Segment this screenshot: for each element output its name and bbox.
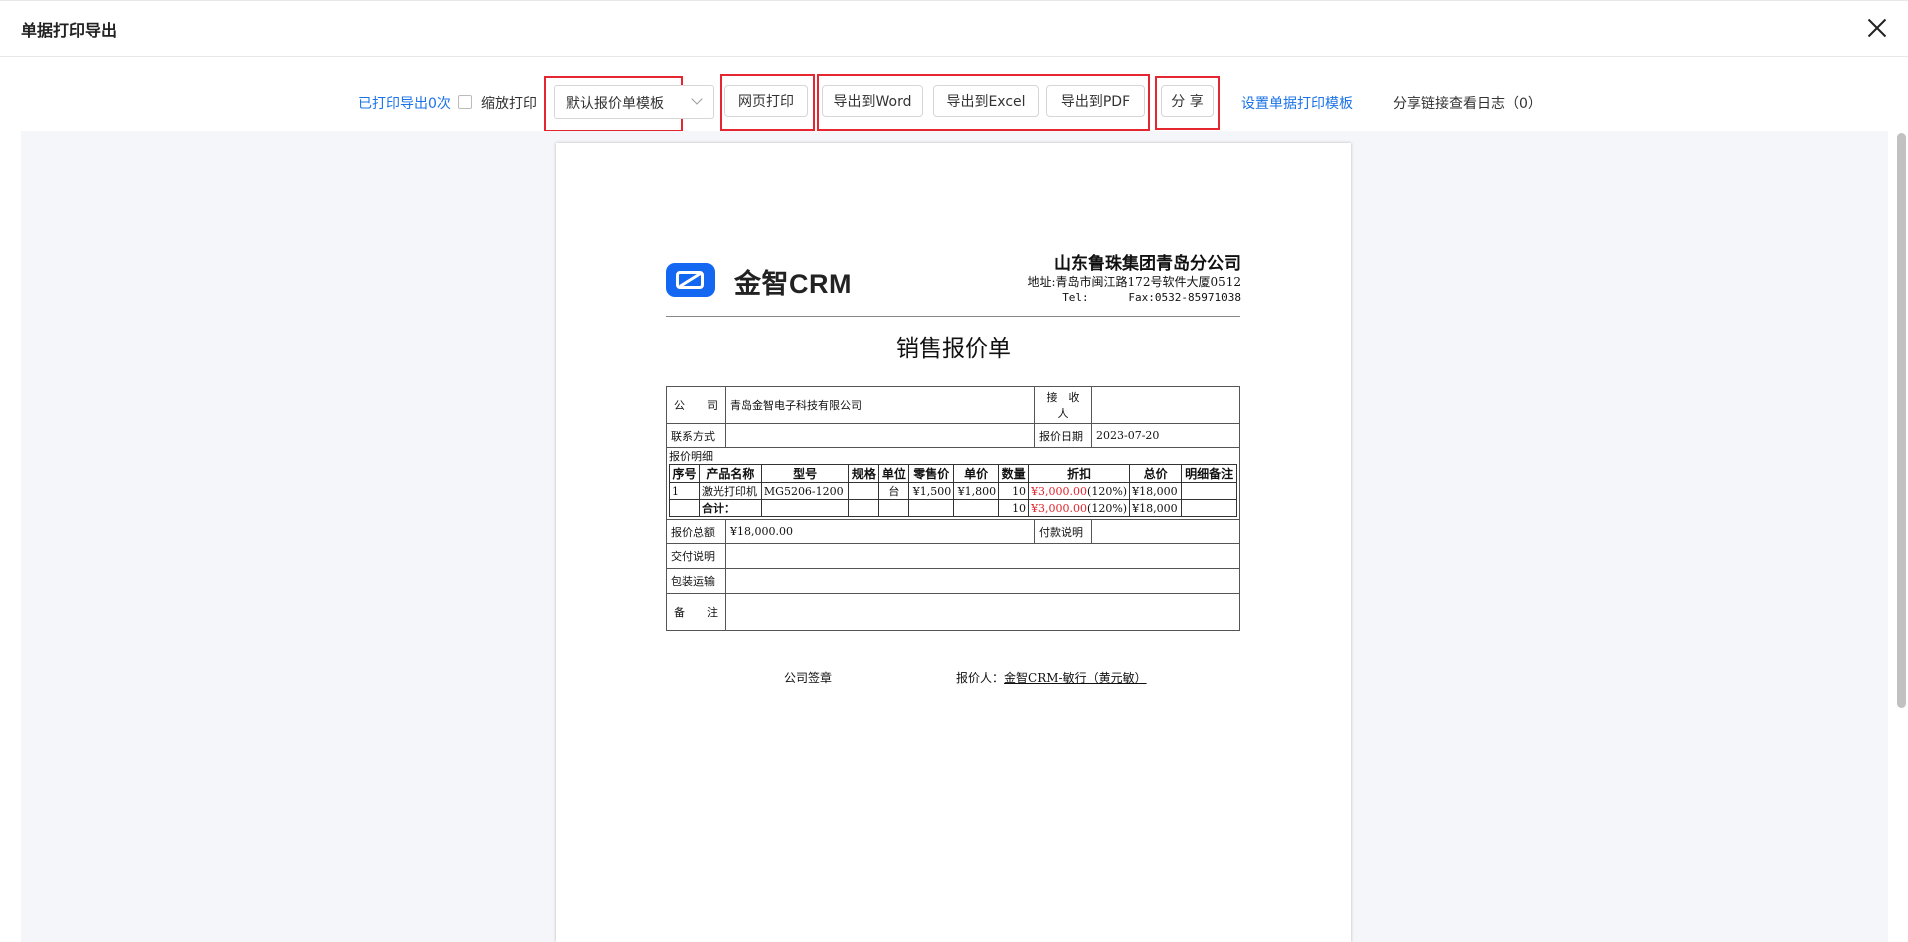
quote-table: 公 司 青岛金智电子科技有限公司 接 收 人 联系方式 报价日期 2023-07…	[666, 386, 1240, 631]
cell-total: ¥18,000	[1129, 482, 1183, 500]
label-total-amount: 报价总额	[666, 519, 726, 544]
label-receiver: 接 收 人	[1034, 386, 1092, 424]
label-packing: 包装运输	[666, 568, 726, 594]
toolbar: 已打印导出0次 缩放打印 默认报价单模板 网页打印 导出到Word 导出到Exc…	[0, 74, 1908, 132]
export-excel-button[interactable]: 导出到Excel	[933, 85, 1039, 117]
cell-discount: ¥3,000.00(120%)	[1028, 482, 1131, 500]
discount-amount: ¥3,000.00	[1031, 484, 1088, 498]
sum-discount-amount: ¥3,000.00	[1031, 501, 1088, 515]
logo-icon	[666, 263, 715, 297]
cell-model: MG5206-1200	[760, 482, 850, 500]
sign-quoter: 报价人：金智CRM-敏行（黄元敏）	[956, 669, 1147, 686]
label-contact: 联系方式	[666, 423, 726, 448]
zoom-print-label[interactable]: 缩放打印	[481, 93, 537, 113]
label-company: 公 司	[666, 386, 726, 424]
col-spec: 规格	[848, 464, 880, 483]
value-quote-date: 2023-07-20	[1091, 423, 1240, 448]
divider	[666, 316, 1240, 317]
company-address: 地址:青岛市闽江路172号软件大厦0512	[1027, 275, 1242, 289]
cell-unit: 台	[878, 482, 910, 500]
cell-no: 1	[669, 482, 700, 500]
export-pdf-button[interactable]: 导出到PDF	[1046, 85, 1145, 117]
company-name: 山东鲁珠集团青岛分公司	[1054, 254, 1241, 274]
close-icon[interactable]	[1864, 15, 1890, 41]
detail-cell: 报价明细 序号 产品名称 型号 规格 单位 零售价 单价 数量 折扣 总价 明细…	[666, 447, 1240, 520]
dialog-title: 单据打印导出	[21, 21, 118, 40]
label-delivery: 交付说明	[666, 543, 726, 569]
preview-scrollbar[interactable]	[1897, 133, 1906, 708]
items-table: 序号 产品名称 型号 规格 单位 零售价 单价 数量 折扣 总价 明细备注 1	[669, 464, 1237, 517]
template-select-value: 默认报价单模板	[566, 96, 664, 112]
col-no: 序号	[669, 464, 700, 483]
value-delivery	[725, 543, 1240, 569]
zoom-print-checkbox[interactable]	[458, 95, 472, 109]
value-total-amount: ¥18,000.00	[725, 519, 1035, 544]
template-select[interactable]: 默认报价单模板	[554, 85, 714, 119]
dialog-header: 单据打印导出	[0, 0, 1908, 57]
col-note: 明细备注	[1181, 464, 1237, 483]
col-model: 型号	[760, 464, 850, 483]
logo-text: 金智CRM	[734, 269, 852, 299]
sum-qty: 10	[998, 499, 1030, 517]
col-name: 产品名称	[698, 464, 762, 483]
export-word-button[interactable]: 导出到Word	[822, 85, 923, 117]
label-remark: 备 注	[666, 593, 726, 631]
set-template-link[interactable]: 设置单据打印模板	[1241, 93, 1353, 113]
share-button[interactable]: 分 享	[1161, 85, 1214, 117]
share-log-link[interactable]: 分享链接查看日志（0）	[1393, 93, 1542, 113]
document-page: 金智CRM 山东鲁珠集团青岛分公司 地址:青岛市闽江路172号软件大厦0512 …	[556, 143, 1351, 942]
col-unit: 单位	[878, 464, 910, 483]
value-payment	[1091, 519, 1240, 544]
sum-discount-pct: (120%)	[1087, 501, 1128, 515]
value-company: 青岛金智电子科技有限公司	[725, 386, 1035, 424]
web-print-button[interactable]: 网页打印	[724, 85, 808, 117]
value-contact	[725, 423, 1035, 448]
chevron-down-icon	[691, 93, 703, 105]
print-count-link[interactable]: 已打印导出0次	[358, 93, 451, 113]
value-packing	[725, 568, 1240, 594]
table-row: 1 激光打印机 MG5206-1200 台 ¥1,500 ¥1,800 10 ¥…	[669, 482, 1237, 500]
cell-qty: 10	[998, 482, 1030, 500]
col-retail: 零售价	[908, 464, 955, 483]
value-receiver	[1091, 386, 1240, 424]
sign-company: 公司签章	[784, 671, 833, 685]
sum-discount: ¥3,000.00(120%)	[1028, 499, 1131, 517]
label-detail: 报价明细	[669, 450, 713, 463]
cell-retail: ¥1,500	[908, 482, 955, 500]
col-price: 单价	[953, 464, 1000, 483]
sum-label: 合计：	[698, 499, 762, 517]
sign-quoter-name: 金智CRM-敏行（黄元敏）	[1004, 671, 1147, 685]
cell-spec	[848, 482, 880, 500]
label-payment: 付款说明	[1034, 519, 1092, 544]
sum-row: 合计： 10 ¥3,000.00(120%) ¥18,000	[669, 499, 1237, 517]
cell-name: 激光打印机	[698, 482, 762, 500]
col-discount: 折扣	[1028, 464, 1131, 483]
cell-price: ¥1,800	[953, 482, 1000, 500]
sign-quoter-label: 报价人：	[956, 671, 1005, 685]
document-title: 销售报价单	[896, 336, 1011, 362]
company-tel: Tel: Fax:0532-85971038	[1062, 291, 1241, 304]
discount-pct: (120%)	[1087, 484, 1128, 498]
value-remark	[725, 593, 1240, 631]
company-info: 山东鲁珠集团青岛分公司 地址:青岛市闽江路172号软件大厦0512 Tel: F…	[1028, 253, 1242, 305]
col-qty: 数量	[998, 464, 1030, 483]
sum-total: ¥18,000	[1129, 499, 1183, 517]
label-quote-date: 报价日期	[1034, 423, 1092, 448]
cell-note	[1181, 482, 1237, 500]
col-total: 总价	[1129, 464, 1183, 483]
